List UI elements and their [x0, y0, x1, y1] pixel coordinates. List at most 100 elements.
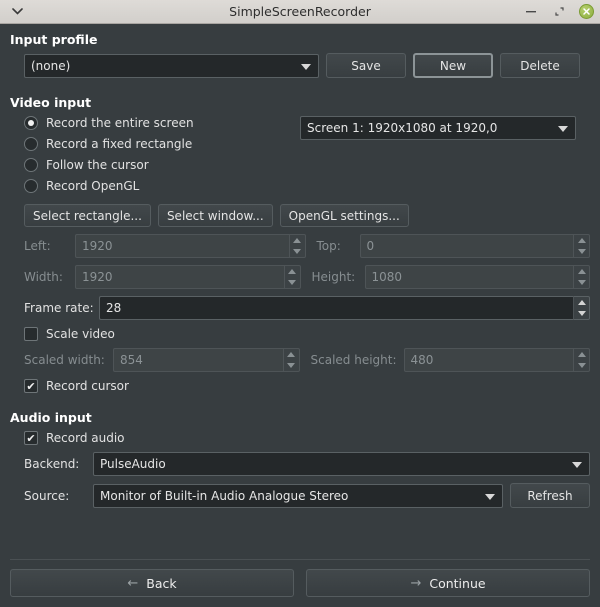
- arrow-left-icon: ←: [127, 575, 139, 591]
- record-audio-label: Record audio: [46, 431, 125, 445]
- stepper-down-icon[interactable]: [574, 246, 589, 257]
- save-profile-button[interactable]: Save: [326, 53, 406, 78]
- title-bar: SimpleScreenRecorder: [0, 0, 600, 24]
- top-value[interactable]: 0: [359, 234, 573, 258]
- scaled-height-stepper[interactable]: [573, 348, 590, 372]
- scale-video-label: Scale video: [46, 327, 115, 341]
- stepper-up-icon[interactable]: [574, 297, 589, 308]
- chevron-down-icon: [301, 63, 311, 70]
- stepper-up-icon[interactable]: [284, 349, 299, 360]
- frame-rate-row: Frame rate: 28: [10, 296, 590, 320]
- new-profile-button[interactable]: New: [413, 53, 493, 78]
- stepper-up-icon[interactable]: [574, 266, 589, 277]
- stepper-up-icon[interactable]: [574, 235, 589, 246]
- scaled-width-value[interactable]: 854: [113, 348, 283, 372]
- radio-indicator: [24, 116, 38, 130]
- left-stepper[interactable]: [288, 234, 306, 258]
- arrow-right-icon: →: [410, 575, 422, 591]
- maximize-icon: [554, 7, 564, 16]
- top-label: Top:: [316, 239, 341, 253]
- radio-indicator: [24, 179, 38, 193]
- opengl-settings-button[interactable]: OpenGL settings...: [279, 204, 409, 227]
- width-height-row: Width: 1920 Height: 1080: [10, 265, 590, 289]
- close-button[interactable]: [579, 4, 594, 19]
- stepper-down-icon[interactable]: [574, 360, 589, 371]
- radio-record-opengl[interactable]: Record OpenGL: [24, 179, 300, 193]
- source-label: Source:: [24, 488, 70, 503]
- radio-record-entire-screen[interactable]: Record the entire screen: [24, 116, 300, 130]
- top-stepper[interactable]: [573, 234, 590, 258]
- width-label: Width:: [24, 270, 63, 284]
- stepper-up-icon[interactable]: [285, 266, 300, 277]
- height-value[interactable]: 1080: [364, 265, 573, 289]
- back-button-label: Back: [146, 575, 177, 591]
- stepper-down-icon[interactable]: [574, 308, 589, 319]
- chevron-down-icon: [558, 126, 568, 132]
- stepper-up-icon[interactable]: [574, 349, 589, 360]
- radio-label: Record the entire screen: [46, 116, 194, 130]
- window-controls: [523, 4, 594, 20]
- scaled-width-stepper[interactable]: [282, 348, 300, 372]
- window-title: SimpleScreenRecorder: [229, 4, 371, 19]
- continue-button[interactable]: → Continue: [306, 569, 590, 597]
- frame-rate-spinbox[interactable]: 28: [99, 296, 590, 320]
- scaled-height-spinbox[interactable]: 480: [403, 348, 590, 372]
- maximize-button[interactable]: [551, 4, 567, 20]
- frame-rate-value[interactable]: 28: [99, 296, 573, 320]
- screen-select-value: Screen 1: 1920x1080 at 1920,0: [307, 121, 498, 135]
- stepper-up-icon[interactable]: [290, 235, 305, 246]
- width-spinbox[interactable]: 1920: [75, 265, 301, 289]
- input-profile-combo[interactable]: (none): [24, 53, 319, 78]
- left-spinbox[interactable]: 1920: [75, 234, 306, 258]
- scaled-height-value[interactable]: 480: [403, 348, 573, 372]
- backend-label: Backend:: [24, 457, 80, 471]
- stepper-down-icon[interactable]: [290, 246, 305, 257]
- checkbox-indicator: ✔: [24, 379, 38, 393]
- checkbox-indicator: ✔: [24, 431, 38, 445]
- left-value[interactable]: 1920: [75, 234, 289, 258]
- height-stepper[interactable]: [573, 265, 590, 289]
- selection-buttons-row: Select rectangle... Select window... Ope…: [10, 204, 590, 227]
- stepper-down-icon[interactable]: [284, 360, 299, 371]
- chevron-down-icon: [572, 462, 582, 468]
- dialog-footer: ← Back → Continue: [10, 559, 590, 607]
- checkbox-indicator: ✔: [24, 327, 38, 341]
- stepper-down-icon[interactable]: [285, 277, 300, 288]
- scaled-width-spinbox[interactable]: 854: [113, 348, 300, 372]
- record-cursor-label: Record cursor: [46, 379, 129, 393]
- height-spinbox[interactable]: 1080: [364, 265, 590, 289]
- screen-select-combo[interactable]: Screen 1: 1920x1080 at 1920,0: [300, 116, 576, 140]
- backend-combo[interactable]: PulseAudio: [93, 452, 590, 476]
- radio-record-fixed-rectangle[interactable]: Record a fixed rectangle: [24, 137, 300, 151]
- chevron-down-icon: [11, 8, 23, 15]
- backend-row: Backend: PulseAudio: [10, 452, 590, 476]
- scale-video-checkbox[interactable]: ✔ Scale video: [10, 327, 590, 341]
- radio-follow-the-cursor[interactable]: Follow the cursor: [24, 158, 300, 172]
- record-cursor-checkbox[interactable]: ✔ Record cursor: [10, 379, 590, 393]
- scaled-height-label: Scaled height:: [310, 353, 397, 367]
- frame-rate-stepper[interactable]: [573, 296, 590, 320]
- top-spinbox[interactable]: 0: [359, 234, 590, 258]
- video-input-heading: Video input: [10, 95, 92, 110]
- minimize-icon: [526, 11, 536, 13]
- frame-rate-label: Frame rate:: [24, 301, 94, 315]
- width-value[interactable]: 1920: [75, 265, 284, 289]
- width-stepper[interactable]: [283, 265, 301, 289]
- left-top-row: Left: 1920 Top: 0: [10, 234, 590, 258]
- select-rectangle-button[interactable]: Select rectangle...: [24, 204, 151, 227]
- minimize-button[interactable]: [523, 4, 539, 20]
- video-source-options: Record the entire screen Record a fixed …: [10, 116, 300, 200]
- refresh-sources-button[interactable]: Refresh: [510, 483, 590, 508]
- record-audio-checkbox[interactable]: ✔ Record audio: [10, 431, 590, 445]
- dialog-content: Input profile (none) Save New Delete Vid…: [0, 24, 600, 607]
- stepper-down-icon[interactable]: [574, 277, 589, 288]
- source-combo[interactable]: Monitor of Built-in Audio Analogue Stere…: [93, 483, 503, 508]
- input-profile-row: (none) Save New Delete: [10, 53, 590, 78]
- radio-indicator: [24, 137, 38, 151]
- input-profile-combo-value: (none): [31, 58, 71, 73]
- window-menu-icon[interactable]: [6, 3, 28, 21]
- select-window-button[interactable]: Select window...: [157, 204, 273, 227]
- chevron-down-icon: [485, 493, 495, 500]
- delete-profile-button[interactable]: Delete: [500, 53, 580, 78]
- back-button[interactable]: ← Back: [10, 569, 294, 597]
